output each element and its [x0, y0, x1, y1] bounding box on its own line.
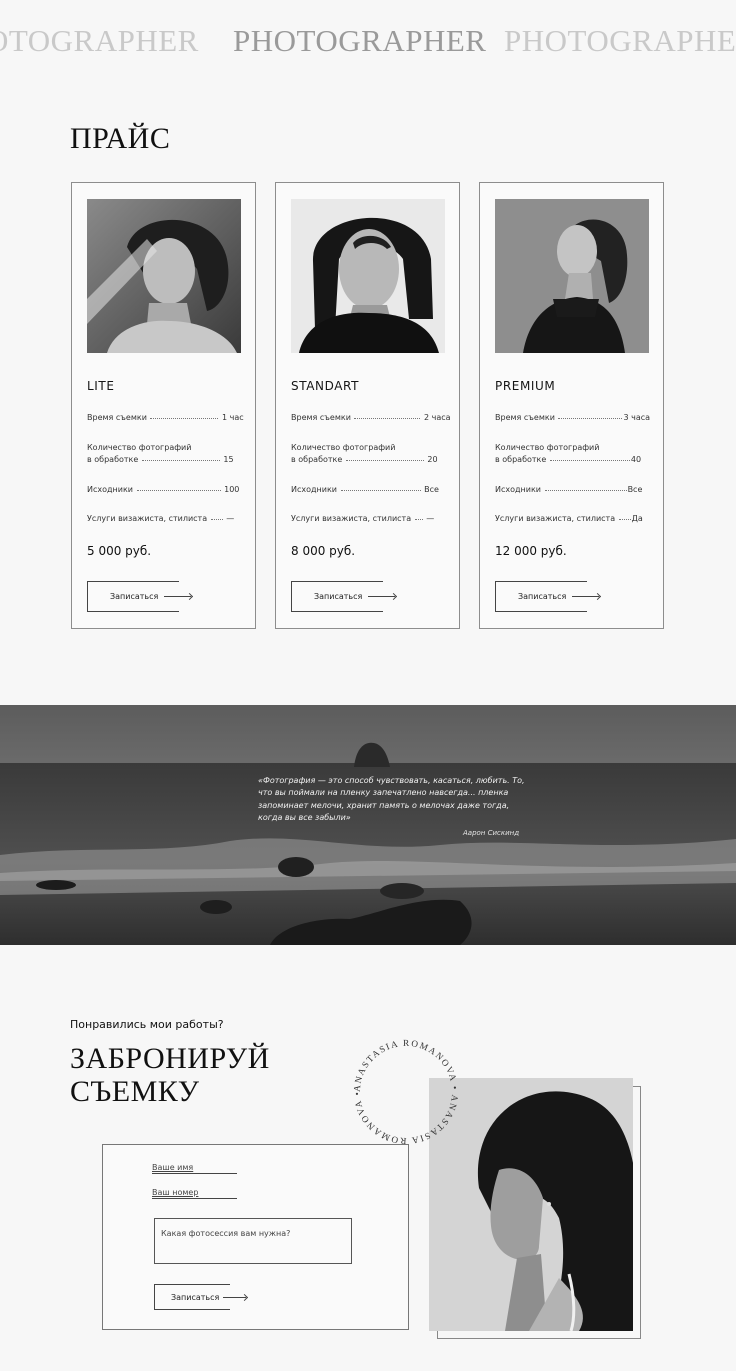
price-section-title: ПРАЙС [70, 122, 171, 155]
quote-author: Аарон Сискинд [463, 829, 520, 837]
card-tier: STANDART [291, 379, 360, 393]
arrow-right-icon [164, 596, 191, 597]
sea-banner-image [0, 705, 736, 945]
arrow-right-icon [223, 1297, 246, 1298]
price-card-premium: PREMIUM Время съемки 3 часа Количество ф… [479, 182, 664, 629]
card-price: 12 000 руб. [495, 544, 567, 558]
row-shoot-time: Время съемки 1 час [87, 413, 244, 422]
submit-label: Записаться [171, 1292, 220, 1302]
card-tier: PREMIUM [495, 379, 556, 393]
booking-submit-button[interactable]: Записаться [154, 1284, 246, 1310]
anastasia-romanova-stamp: ANASTASIA ROMANOVA • ANASTASIA ROMANOVA … [352, 1038, 460, 1146]
card-photo [87, 199, 241, 353]
booking-title-line1: ЗАБРОНИРУЙ [70, 1042, 270, 1075]
row-shoot-time: Время съемки 2 часа [291, 413, 451, 422]
row-makeup: Услуги визажиста, стилиста Да [495, 514, 643, 523]
book-button-premium[interactable]: Записаться [495, 581, 599, 612]
book-button-label: Записаться [314, 592, 363, 601]
row-photo-count: Количество фотографий в обработке 20 [291, 443, 438, 464]
row-shoot-time: Время съемки 3 часа [495, 413, 651, 422]
photographer-ticker: OTOGRAPHER PHOTOGRAPHER PHOTOGRAPHE [0, 24, 736, 58]
ticker-text-right: PHOTOGRAPHE [504, 24, 736, 58]
book-button-standart[interactable]: Записаться [291, 581, 395, 612]
booking-form: Записаться [102, 1144, 409, 1330]
ticker-text-left: OTOGRAPHER [0, 24, 199, 58]
book-button-lite[interactable]: Записаться [87, 581, 191, 612]
card-price: 5 000 руб. [87, 544, 152, 558]
card-tier: LITE [87, 379, 115, 393]
photoshoot-request-textarea[interactable] [154, 1218, 352, 1264]
arrow-right-icon [572, 596, 599, 597]
price-card-lite: LITE Время съемки 1 час Количество фотог… [71, 182, 256, 629]
row-sources: Исходники 100 [87, 485, 240, 494]
booking-title: ЗАБРОНИРУЙ СЪЕМКУ [70, 1042, 330, 1108]
row-makeup: Услуги визажиста, стилиста — [87, 514, 235, 523]
photography-quote: «Фотография — это способ чувствовать, ка… [258, 776, 525, 823]
booking-title-line2: СЪЕМКУ [70, 1075, 200, 1108]
row-makeup: Услуги визажиста, стилиста — [291, 514, 435, 523]
phone-input[interactable] [152, 1187, 237, 1199]
card-price: 8 000 руб. [291, 544, 356, 558]
booking-question: Понравились мои работы? [70, 1018, 224, 1031]
card-photo [291, 199, 445, 353]
price-card-standart: STANDART Время съемки 2 часа Количество … [275, 182, 460, 629]
row-sources: Исходники Все [291, 485, 439, 494]
row-photo-count: Количество фотографий в обработке 40 [495, 443, 642, 464]
book-button-label: Записаться [518, 592, 567, 601]
card-photo [495, 199, 649, 353]
ticker-text-center: PHOTOGRAPHER [233, 24, 487, 58]
row-sources: Исходники Все [495, 485, 643, 494]
book-button-label: Записаться [110, 592, 159, 601]
arrow-right-icon [368, 596, 395, 597]
name-input[interactable] [152, 1162, 237, 1174]
row-photo-count: Количество фотографий в обработке 15 [87, 443, 234, 464]
svg-text:ANASTASIA ROMANOVA • ANASTASIA: ANASTASIA ROMANOVA • ANASTASIA ROMANOVA … [352, 1038, 460, 1146]
